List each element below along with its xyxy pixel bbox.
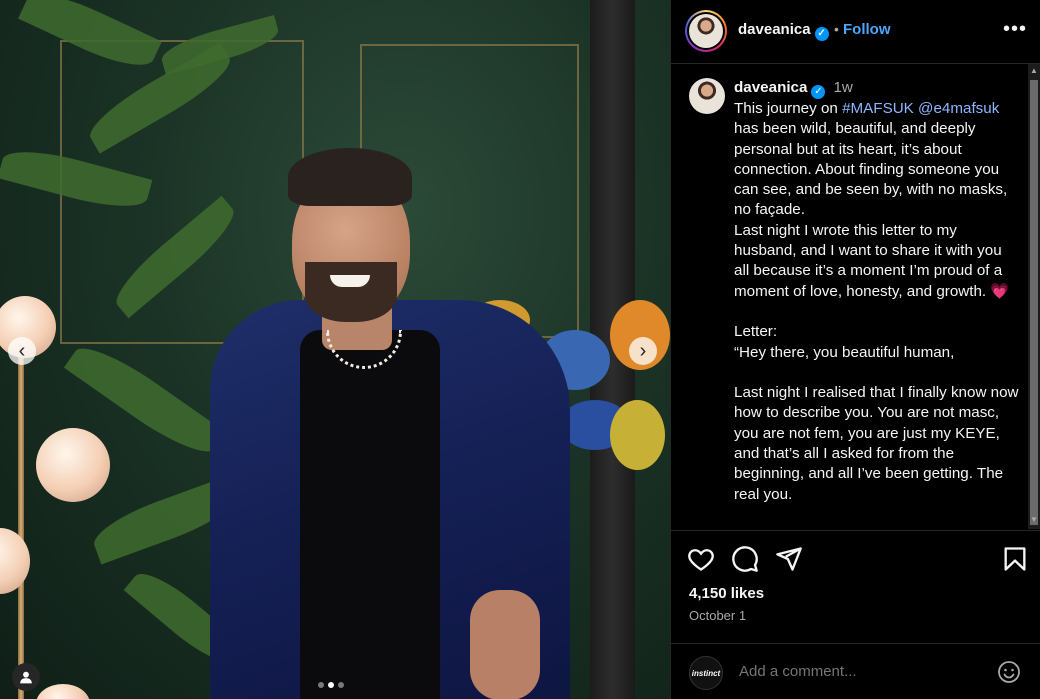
- post-actions: 4,150 likes October 1: [671, 530, 1040, 636]
- verified-badge-icon: ✓: [811, 85, 826, 99]
- verified-badge-icon: ✓: [814, 27, 829, 41]
- user-tags-button[interactable]: [12, 663, 40, 691]
- caption: daveanica ✓ 1w This journey on #MAFSUK @e4…: [734, 78, 1019, 505]
- like-count[interactable]: 4,150 likes: [689, 585, 764, 602]
- caption-text: This journey on: [734, 100, 843, 117]
- scroll-down-arrow[interactable]: ▼: [1030, 515, 1038, 525]
- lamp-pole: [18, 340, 24, 699]
- scroll-up-arrow[interactable]: ▲: [1030, 66, 1038, 76]
- heart-icon[interactable]: [687, 545, 715, 573]
- carousel-dot: [318, 682, 324, 688]
- chevron-right-icon: ›: [639, 340, 647, 362]
- caption-body: This journey on #MAFSUK @e4mafsuk has be…: [734, 100, 1023, 503]
- person-shirt: [300, 330, 440, 699]
- flower: [610, 400, 665, 470]
- lamp-globe: [36, 428, 110, 502]
- caption-text: has been wild, beautiful, and deeply per…: [734, 120, 1008, 300]
- post-time[interactable]: 1w: [833, 79, 852, 96]
- person-hair: [288, 148, 412, 206]
- user-tag-icon: [20, 671, 32, 684]
- post-media[interactable]: ‹ ›: [0, 0, 670, 699]
- story-ring[interactable]: [685, 10, 727, 52]
- carousel-prev-button[interactable]: ‹: [8, 337, 36, 365]
- carousel-dot-active: [328, 682, 334, 688]
- follow-button[interactable]: Follow: [843, 21, 891, 38]
- bookmark-icon[interactable]: [1001, 545, 1029, 573]
- person-beard: [305, 262, 397, 322]
- separator: •: [834, 21, 839, 37]
- person-hand: [470, 590, 540, 699]
- lamp-globe: [0, 528, 30, 594]
- person-smile: [330, 275, 370, 287]
- more-options-icon[interactable]: •••: [1003, 18, 1027, 41]
- carousel-next-button[interactable]: ›: [629, 337, 657, 365]
- header-username[interactable]: daveanica ✓: [738, 21, 829, 41]
- post-date: October 1: [689, 608, 747, 623]
- carousel-dot: [338, 682, 344, 688]
- caption-area: daveanica ✓ 1w This journey on #MAFSUK @e4…: [671, 64, 1040, 529]
- post-sidebar: daveanica ✓ • Follow ••• daveanica ✓ 1w Thi…: [670, 0, 1040, 699]
- commenter-avatar: instinct: [689, 656, 723, 690]
- caption-tag-link[interactable]: @e4mafsuk: [918, 100, 999, 117]
- heart-emoji-icon: 💗: [990, 282, 1010, 300]
- caption-username[interactable]: daveanica: [734, 79, 807, 96]
- comment-icon[interactable]: [731, 545, 759, 573]
- caption-avatar[interactable]: [689, 78, 725, 114]
- carousel-indicator: [318, 682, 344, 688]
- scrollbar-thumb[interactable]: [1030, 80, 1038, 525]
- comment-bar: instinct: [671, 643, 1040, 699]
- smiley-icon[interactable]: [997, 660, 1021, 684]
- send-icon[interactable]: [775, 545, 803, 573]
- caption-text: Letter: “Hey there, you beautiful human,…: [734, 323, 1019, 503]
- avatar: [689, 14, 723, 48]
- comment-input[interactable]: [739, 663, 979, 680]
- post-header: daveanica ✓ • Follow •••: [671, 0, 1040, 64]
- caption-tag-link[interactable]: #MAFSUK: [842, 100, 914, 117]
- chevron-left-icon: ‹: [18, 340, 26, 362]
- lamp-globe: [36, 684, 90, 699]
